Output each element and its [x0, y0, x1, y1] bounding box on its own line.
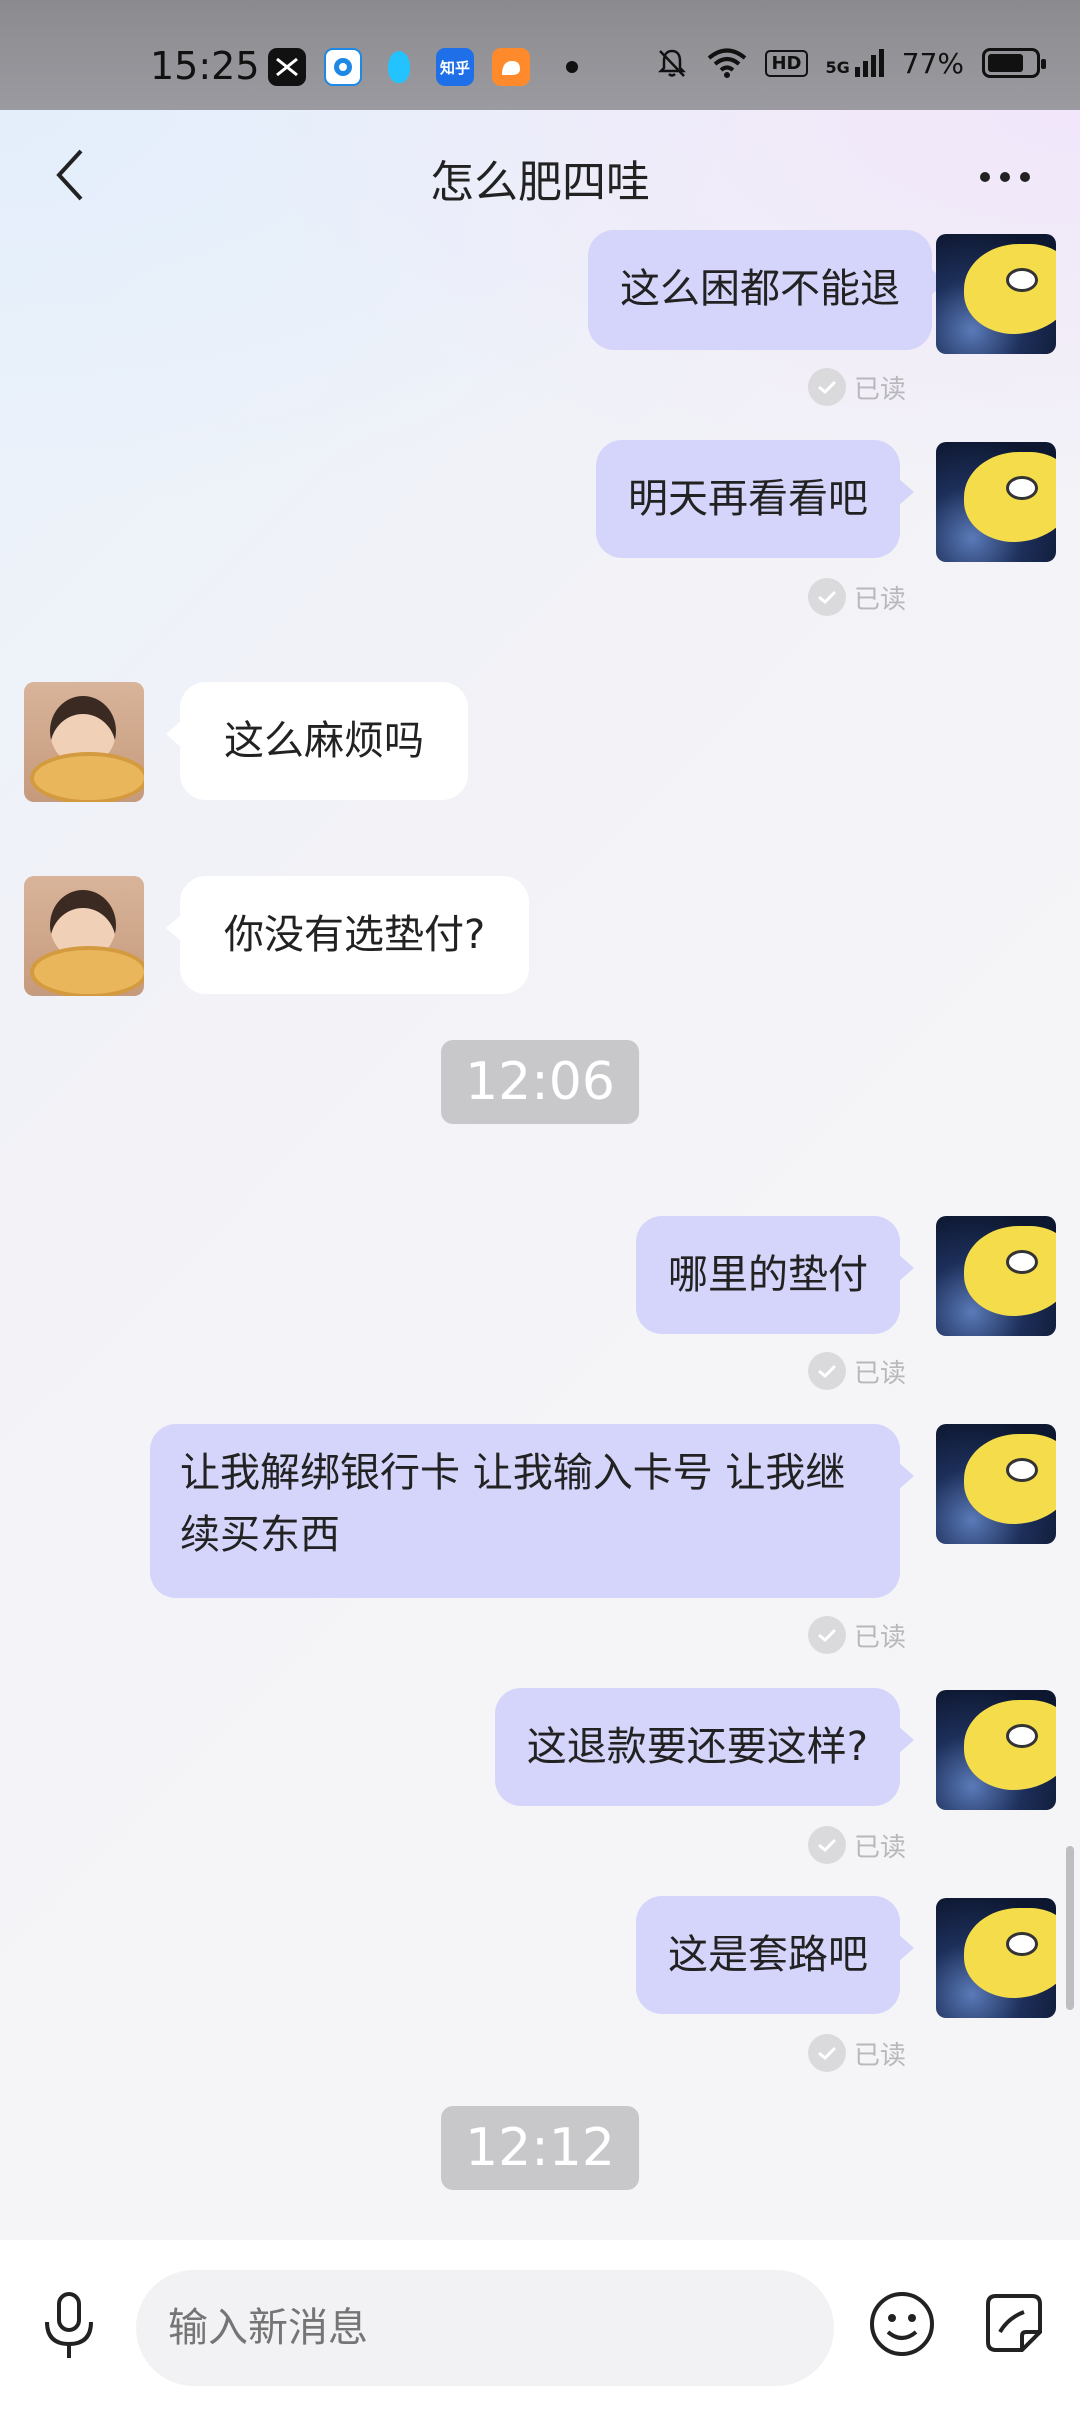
check-icon: [808, 1352, 846, 1390]
message-bubble-outgoing[interactable]: 这是套路吧: [636, 1896, 914, 2014]
battery-percent: 77%: [901, 46, 964, 80]
message-bubble-outgoing[interactable]: 这退款要还要这样?: [494, 1688, 915, 1806]
chat-title: 怎么肥四哇: [430, 157, 650, 208]
uc-icon: [492, 48, 530, 86]
more-options-button[interactable]: [970, 142, 1040, 212]
read-label: 已读: [854, 1358, 907, 1389]
hd-badge: HD: [765, 49, 808, 77]
read-receipt: 已读: [808, 368, 906, 406]
read-label: 已读: [854, 1832, 907, 1863]
chat-header: 怎么肥四哇: [0, 110, 1080, 240]
wifi-icon: [708, 48, 747, 78]
status-time: 15:25: [150, 44, 260, 88]
microphone-icon: [45, 2292, 93, 2358]
battery-icon: [982, 48, 1046, 78]
avatar-self[interactable]: [936, 1898, 1056, 2018]
network-label: 5G: [825, 58, 850, 77]
chat-area[interactable]: [0, 110, 1080, 2240]
voice-button[interactable]: [36, 2288, 102, 2364]
message-input[interactable]: [136, 2270, 834, 2386]
avatar-contact[interactable]: [24, 682, 144, 802]
message-bubble-incoming[interactable]: 你没有选垫付?: [165, 876, 530, 994]
check-icon: [808, 368, 846, 406]
avatar-self[interactable]: [936, 1690, 1056, 1810]
signal-icon: 5G: [826, 49, 884, 77]
read-label: 已读: [854, 584, 907, 615]
status-bar: 15:25 知乎 HD 5G 77%: [0, 0, 1080, 110]
check-icon: [808, 578, 846, 616]
message-bubble-outgoing[interactable]: 这么困都不能退: [588, 230, 946, 350]
avatar-self[interactable]: [936, 1424, 1056, 1544]
timestamp-badge: 12:06: [441, 1040, 639, 1124]
emoji-button[interactable]: [866, 2288, 938, 2360]
check-icon: [808, 2034, 846, 2072]
input-bar: [0, 2240, 1080, 2412]
check-icon: [808, 1826, 846, 1864]
more-icon: [980, 172, 990, 182]
read-receipt: 已读: [808, 1352, 906, 1390]
read-label: 已读: [854, 374, 907, 405]
status-right: HD 5G 77%: [655, 46, 1046, 80]
message-bubble-outgoing[interactable]: 明天再看看吧: [596, 440, 914, 558]
read-receipt: 已读: [808, 1826, 906, 1864]
sticker-icon: [986, 2294, 1042, 2352]
message-bubble-outgoing[interactable]: 哪里的垫付: [636, 1216, 914, 1334]
browser-icon: [324, 48, 362, 86]
avatar-self[interactable]: [936, 442, 1056, 562]
avatar-self[interactable]: [936, 234, 1056, 354]
status-app-icons: 知乎: [268, 48, 578, 86]
check-icon: [808, 1616, 846, 1654]
capcut-icon: [268, 48, 306, 86]
mute-bell-icon: [658, 49, 687, 77]
avatar-contact[interactable]: [24, 876, 144, 996]
smiley-icon: [870, 2292, 934, 2356]
scrollbar-thumb[interactable]: [1066, 1846, 1074, 2010]
qq-icon: [380, 48, 418, 86]
zhihu-icon: 知乎: [436, 48, 474, 86]
read-label: 已读: [854, 2040, 907, 2071]
read-receipt: 已读: [808, 578, 906, 616]
avatar-self[interactable]: [936, 1216, 1056, 1336]
read-receipt: 已读: [808, 1616, 906, 1654]
read-label: 已读: [854, 1622, 907, 1653]
message-bubble-outgoing[interactable]: 让我解绑银行卡 让我输入卡号 让我继续买东西: [150, 1424, 914, 1598]
read-receipt: 已读: [808, 2034, 906, 2072]
message-bubble-incoming[interactable]: 这么麻烦吗: [166, 682, 468, 800]
sticker-button[interactable]: [978, 2288, 1050, 2360]
notification-dot-icon: [566, 61, 578, 73]
timestamp-badge: 12:12: [441, 2106, 639, 2190]
